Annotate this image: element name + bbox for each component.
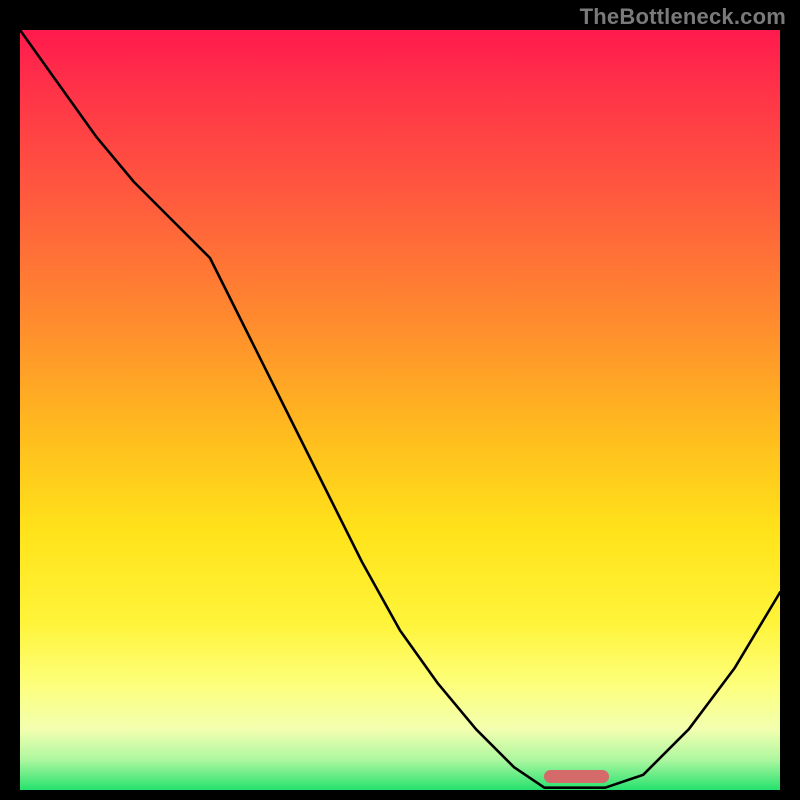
bottleneck-curve (20, 30, 780, 790)
plot-area (20, 30, 780, 790)
optimal-marker (544, 770, 609, 783)
chart-frame: TheBottleneck.com (0, 0, 800, 800)
watermark-label: TheBottleneck.com (580, 4, 786, 30)
